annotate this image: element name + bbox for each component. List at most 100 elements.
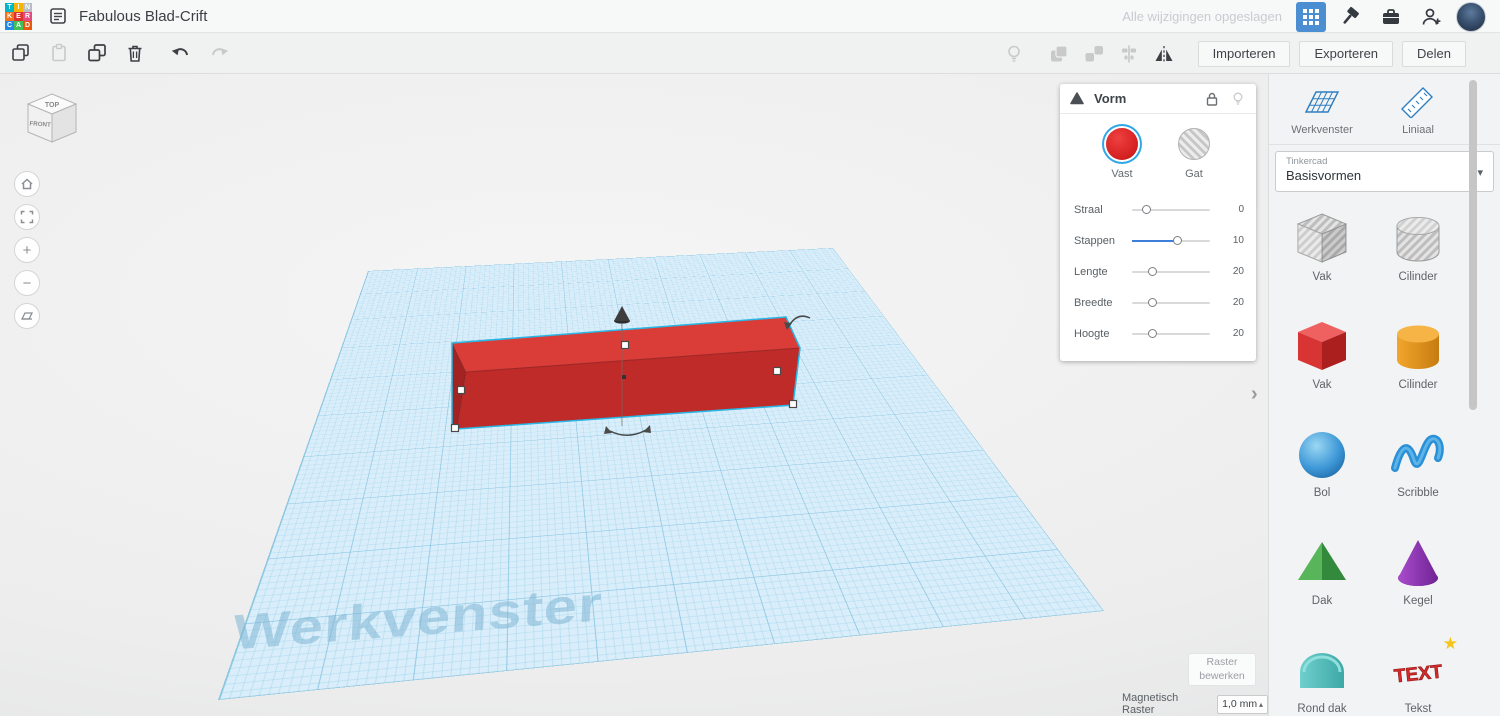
slider-knob[interactable] xyxy=(1142,205,1151,214)
solid-label: Vast xyxy=(1111,168,1132,180)
shape-inspector: Vorm Vast Gat xyxy=(1060,84,1256,361)
helper-ruler[interactable]: Liniaal xyxy=(1370,84,1466,136)
design-title[interactable]: Fabulous Blad-Crift xyxy=(79,8,207,25)
portfolio-button[interactable] xyxy=(1376,2,1406,32)
grid-blocks-icon xyxy=(1303,9,1319,25)
shape-item-box-hole[interactable]: Vak xyxy=(1274,200,1370,308)
favorite-star-icon[interactable]: ★ xyxy=(1443,634,1458,654)
slider-track[interactable] xyxy=(1132,302,1210,304)
view-controls: + − xyxy=(14,171,40,329)
shape-label: Vak xyxy=(1313,379,1332,391)
roof-icon xyxy=(1292,534,1352,590)
inspector-title: Vorm xyxy=(1094,91,1204,106)
edit-grid-button[interactable]: Raster bewerken xyxy=(1188,653,1256,686)
lightbulb-icon[interactable] xyxy=(1230,91,1246,107)
view-cube[interactable]: TOP FRONT xyxy=(20,88,84,157)
logo-tile: A xyxy=(14,21,23,30)
snap-grid-value: 1,0 mm xyxy=(1222,698,1257,710)
tinkercad-logo[interactable]: T I N K E R C A D xyxy=(5,3,32,30)
home-icon xyxy=(20,177,34,191)
fit-view-icon xyxy=(20,210,34,224)
slider-value: 20 xyxy=(1216,266,1244,277)
invite-button[interactable] xyxy=(1416,2,1446,32)
avatar[interactable] xyxy=(1456,2,1486,32)
fit-view-button[interactable] xyxy=(14,204,40,230)
snap-grid-select[interactable]: 1,0 mm ▴ xyxy=(1217,695,1268,714)
align-button[interactable] xyxy=(1116,41,1142,67)
inspector-header-icons xyxy=(1204,91,1246,107)
slider-label: Hoogte xyxy=(1074,328,1126,340)
solid-hole-options: Vast Gat xyxy=(1060,114,1256,186)
slider-track[interactable] xyxy=(1132,271,1210,273)
perspective-toggle-button[interactable] xyxy=(14,303,40,329)
ruler-icon xyxy=(1398,84,1438,118)
helper-label: Liniaal xyxy=(1402,124,1434,136)
rotate-handle-right[interactable] xyxy=(784,316,810,330)
copy-button[interactable] xyxy=(8,40,34,66)
share-button[interactable]: Delen xyxy=(1402,41,1466,67)
slider-track[interactable] xyxy=(1132,333,1210,335)
logo-tile: T xyxy=(5,3,14,12)
duplicate-button[interactable] xyxy=(84,40,110,66)
rotate-handle-bottom[interactable] xyxy=(604,425,651,435)
shape-label: Bol xyxy=(1314,487,1331,499)
helper-workplane[interactable]: Werkvenster xyxy=(1274,84,1370,136)
shape-item-roof[interactable]: Dak xyxy=(1274,524,1370,632)
export-button[interactable]: Exporteren xyxy=(1299,41,1393,67)
zoom-out-button[interactable]: − xyxy=(14,270,40,296)
simlab-button[interactable] xyxy=(1336,2,1366,32)
inspector-header[interactable]: Vorm xyxy=(1060,84,1256,114)
lock-icon[interactable] xyxy=(1204,91,1220,107)
show-hidden-button[interactable] xyxy=(1001,41,1027,67)
shape-label: Tekst xyxy=(1405,703,1432,715)
ungroup-button[interactable] xyxy=(1081,41,1107,67)
undo-button[interactable] xyxy=(168,40,194,66)
zoom-in-button[interactable]: + xyxy=(14,237,40,263)
slider-label: Lengte xyxy=(1074,266,1126,278)
sidebar-collapse-chevron[interactable]: › xyxy=(1251,384,1258,404)
slider-track[interactable] xyxy=(1132,209,1210,211)
group-button[interactable] xyxy=(1046,41,1072,67)
slider-knob[interactable] xyxy=(1173,236,1182,245)
design-properties-button[interactable] xyxy=(46,4,70,28)
solid-option[interactable]: Vast xyxy=(1106,128,1138,180)
redo-button[interactable] xyxy=(206,40,232,66)
hole-option[interactable]: Gat xyxy=(1178,128,1210,180)
hole-label: Gat xyxy=(1185,168,1203,180)
center-handle[interactable] xyxy=(622,375,626,379)
logo-tile: N xyxy=(23,3,32,12)
height-cone-handle[interactable] xyxy=(614,306,630,324)
slider-row-width: Breedte 20 xyxy=(1060,287,1256,318)
red-box-shape[interactable] xyxy=(452,317,800,429)
slider-track[interactable] xyxy=(1132,240,1210,242)
mirror-button[interactable] xyxy=(1151,41,1177,67)
shape-item-cone[interactable]: Kegel xyxy=(1370,524,1466,632)
shape-item-box[interactable]: Vak xyxy=(1274,308,1370,416)
shape-item-round-roof[interactable]: Rond dak xyxy=(1274,632,1370,716)
shape-item-cylinder[interactable]: Cilinder xyxy=(1370,308,1466,416)
shape-item-scribble[interactable]: Scribble xyxy=(1370,416,1466,524)
shape-item-cylinder-hole[interactable]: Cilinder xyxy=(1370,200,1466,308)
slider-knob[interactable] xyxy=(1148,298,1157,307)
shape-item-text[interactable]: ★ TEXT Tekst xyxy=(1370,632,1466,716)
slider-knob[interactable] xyxy=(1148,329,1157,338)
slider-value: 20 xyxy=(1216,297,1244,308)
shape-item-sphere[interactable]: Bol xyxy=(1274,416,1370,524)
paste-icon xyxy=(47,41,71,65)
paste-button[interactable] xyxy=(46,40,72,66)
caret-up-icon: ▴ xyxy=(1259,700,1263,709)
shapes-sidebar: Werkvenster Liniaal Tinkercad Basisvorme… xyxy=(1268,74,1500,716)
home-view-button[interactable] xyxy=(14,171,40,197)
workplane-grid-icon xyxy=(1302,84,1342,118)
shape-label: Cilinder xyxy=(1399,379,1438,391)
round-roof-icon xyxy=(1292,642,1352,698)
import-button[interactable]: Importeren xyxy=(1198,41,1291,67)
slider-label: Stappen xyxy=(1074,235,1126,247)
slider-row-radius: Straal 0 xyxy=(1060,194,1256,225)
slider-knob[interactable] xyxy=(1148,267,1157,276)
library-dropdown[interactable]: Tinkercad Basisvormen ▾ xyxy=(1275,151,1494,192)
blocks-button[interactable] xyxy=(1296,2,1326,32)
delete-button[interactable] xyxy=(122,40,148,66)
copy-icon xyxy=(9,41,33,65)
scrollbar-thumb[interactable] xyxy=(1469,80,1477,410)
